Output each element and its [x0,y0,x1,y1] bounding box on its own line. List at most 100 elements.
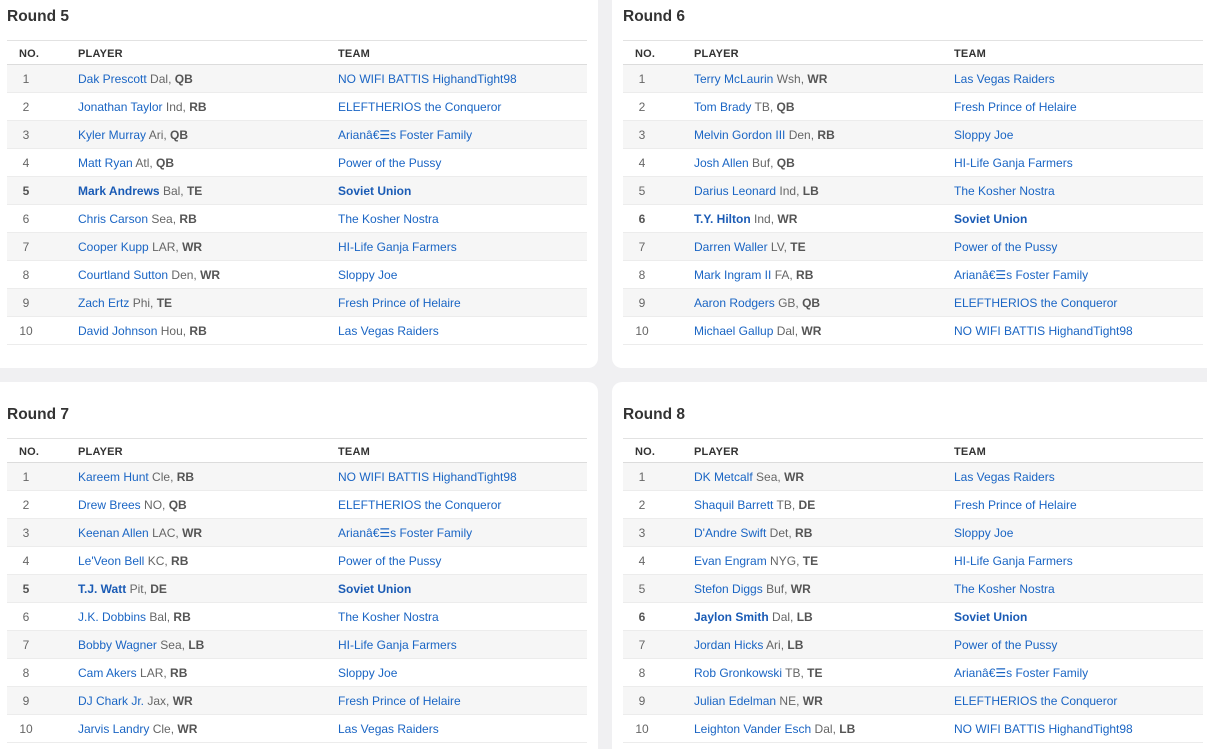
fantasy-team-link[interactable]: Las Vegas Raiders [338,722,439,736]
fantasy-team-link[interactable]: Sloppy Joe [338,666,397,680]
fantasy-team-link[interactable]: ELEFTHERIOS the Conqueror [954,296,1117,310]
player-name-link[interactable]: Evan Engram [694,554,767,568]
player-cell: Courtland Sutton Den, WR [78,268,221,282]
fantasy-team-link[interactable]: Soviet Union [954,212,1027,226]
fantasy-team-link[interactable]: NO WIFI BATTIS HighandTight98 [954,722,1133,736]
player-cell: Mark Ingram II FA, RB [694,268,814,282]
team-cell: HI-Life Ganja Farmers [338,638,457,652]
player-name-link[interactable]: Darius Leonard [694,184,776,198]
player-name-link[interactable]: Jaylon Smith [694,610,769,624]
fantasy-team-link[interactable]: Arianâ€☰s Foster Family [954,268,1088,282]
pick-number: 4 [22,554,30,568]
pick-number: 10 [19,324,33,338]
fantasy-team-link[interactable]: The Kosher Nostra [954,582,1055,596]
fantasy-team-link[interactable]: Arianâ€☰s Foster Family [338,128,472,142]
player-name-link[interactable]: Bobby Wagner [78,638,157,652]
fantasy-team-link[interactable]: Sloppy Joe [338,268,397,282]
fantasy-team-link[interactable]: The Kosher Nostra [954,184,1055,198]
fantasy-team-link[interactable]: Power of the Pussy [954,240,1057,254]
player-name-link[interactable]: Jarvis Landry [78,722,149,736]
team-cell: Las Vegas Raiders [954,470,1055,484]
player-name-link[interactable]: Darren Waller [694,240,768,254]
player-name-link[interactable]: Chris Carson [78,212,148,226]
pick-number: 9 [638,694,646,708]
fantasy-team-link[interactable]: ELEFTHERIOS the Conqueror [338,100,501,114]
player-name-link[interactable]: Terry McLaurin [694,72,773,86]
fantasy-team-link[interactable]: Power of the Pussy [338,554,441,568]
fantasy-team-link[interactable]: Arianâ€☰s Foster Family [954,666,1088,680]
pick-number: 9 [638,296,646,310]
fantasy-team-link[interactable]: HI-Life Ganja Farmers [338,638,457,652]
fantasy-team-link[interactable]: HI-Life Ganja Farmers [954,156,1073,170]
player-name-link[interactable]: Kyler Murray [78,128,146,142]
player-name-link[interactable]: Rob Gronkowski [694,666,782,680]
player-cell: T.Y. Hilton Ind, WR [694,212,798,226]
team-cell: HI-Life Ganja Farmers [338,240,457,254]
player-name-link[interactable]: Cooper Kupp [78,240,149,254]
player-name-link[interactable]: Julian Edelman [694,694,776,708]
fantasy-team-link[interactable]: NO WIFI BATTIS HighandTight98 [338,470,517,484]
fantasy-team-link[interactable]: Las Vegas Raiders [338,324,439,338]
player-name-link[interactable]: Zach Ertz [78,296,129,310]
player-name-link[interactable]: David Johnson [78,324,157,338]
player-name-link[interactable]: Matt Ryan [78,156,133,170]
fantasy-team-link[interactable]: Sloppy Joe [954,526,1013,540]
pick-number: 9 [22,694,30,708]
fantasy-team-link[interactable]: Soviet Union [338,184,411,198]
fantasy-team-link[interactable]: Arianâ€☰s Foster Family [338,526,472,540]
player-name-link[interactable]: DK Metcalf [694,470,753,484]
player-position: WR [200,268,221,282]
fantasy-team-link[interactable]: Las Vegas Raiders [954,72,1055,86]
fantasy-team-link[interactable]: Fresh Prince of Helaire [954,100,1077,114]
fantasy-team-link[interactable]: Power of the Pussy [338,156,441,170]
player-name-link[interactable]: Mark Andrews [78,184,160,198]
player-name-link[interactable]: Drew Brees [78,498,141,512]
player-name-link[interactable]: Stefon Diggs [694,582,763,596]
player-name-link[interactable]: Keenan Allen [78,526,149,540]
fantasy-team-link[interactable]: ELEFTHERIOS the Conqueror [954,694,1117,708]
fantasy-team-link[interactable]: The Kosher Nostra [338,610,439,624]
player-name-link[interactable]: Le'Veon Bell [78,554,144,568]
player-name-link[interactable]: Leighton Vander Esch [694,722,811,736]
player-name-link[interactable]: Dak Prescott [78,72,147,86]
player-name-link[interactable]: Courtland Sutton [78,268,168,282]
table-row: 7 Cooper Kupp LAR, WR HI-Life Ganja Farmer… [7,233,587,261]
player-name-link[interactable]: T.Y. Hilton [694,212,751,226]
pick-number: 7 [22,638,30,652]
player-name-link[interactable]: Josh Allen [694,156,749,170]
team-cell: NO WIFI BATTIS HighandTight98 [954,722,1133,736]
player-cell: David Johnson Hou, RB [78,324,207,338]
player-name-link[interactable]: Jordan Hicks [694,638,763,652]
fantasy-team-link[interactable]: Soviet Union [338,582,411,596]
player-name-link[interactable]: J.K. Dobbins [78,610,146,624]
player-name-link[interactable]: D'Andre Swift [694,526,766,540]
fantasy-team-link[interactable]: ELEFTHERIOS the Conqueror [338,498,501,512]
player-name-link[interactable]: Mark Ingram II [694,268,771,282]
player-name-link[interactable]: Shaquil Barrett [694,498,773,512]
fantasy-team-link[interactable]: HI-Life Ganja Farmers [338,240,457,254]
player-name-link[interactable]: Aaron Rodgers [694,296,775,310]
player-name-link[interactable]: DJ Chark Jr. [78,694,144,708]
pick-number: 2 [22,498,30,512]
player-name-link[interactable]: Tom Brady [694,100,751,114]
player-name-link[interactable]: T.J. Watt [78,582,126,596]
player-name-link[interactable]: Cam Akers [78,666,137,680]
fantasy-team-link[interactable]: Soviet Union [954,610,1027,624]
fantasy-team-link[interactable]: HI-Life Ganja Farmers [954,554,1073,568]
fantasy-team-link[interactable]: The Kosher Nostra [338,212,439,226]
player-name-link[interactable]: Jonathan Taylor [78,100,163,114]
fantasy-team-link[interactable]: Fresh Prince of Helaire [954,498,1077,512]
fantasy-team-link[interactable]: Power of the Pussy [954,638,1057,652]
fantasy-team-link[interactable]: NO WIFI BATTIS HighandTight98 [338,72,517,86]
player-name-link[interactable]: Michael Gallup [694,324,773,338]
fantasy-team-link[interactable]: NO WIFI BATTIS HighandTight98 [954,324,1133,338]
player-position: WR [801,324,822,338]
fantasy-team-link[interactable]: Fresh Prince of Helaire [338,296,461,310]
table-row: 6 T.Y. Hilton Ind, WR Soviet Union [623,205,1203,233]
player-cell: Josh Allen Buf, QB [694,156,795,170]
player-name-link[interactable]: Melvin Gordon III [694,128,785,142]
fantasy-team-link[interactable]: Las Vegas Raiders [954,470,1055,484]
fantasy-team-link[interactable]: Sloppy Joe [954,128,1013,142]
player-name-link[interactable]: Kareem Hunt [78,470,149,484]
fantasy-team-link[interactable]: Fresh Prince of Helaire [338,694,461,708]
